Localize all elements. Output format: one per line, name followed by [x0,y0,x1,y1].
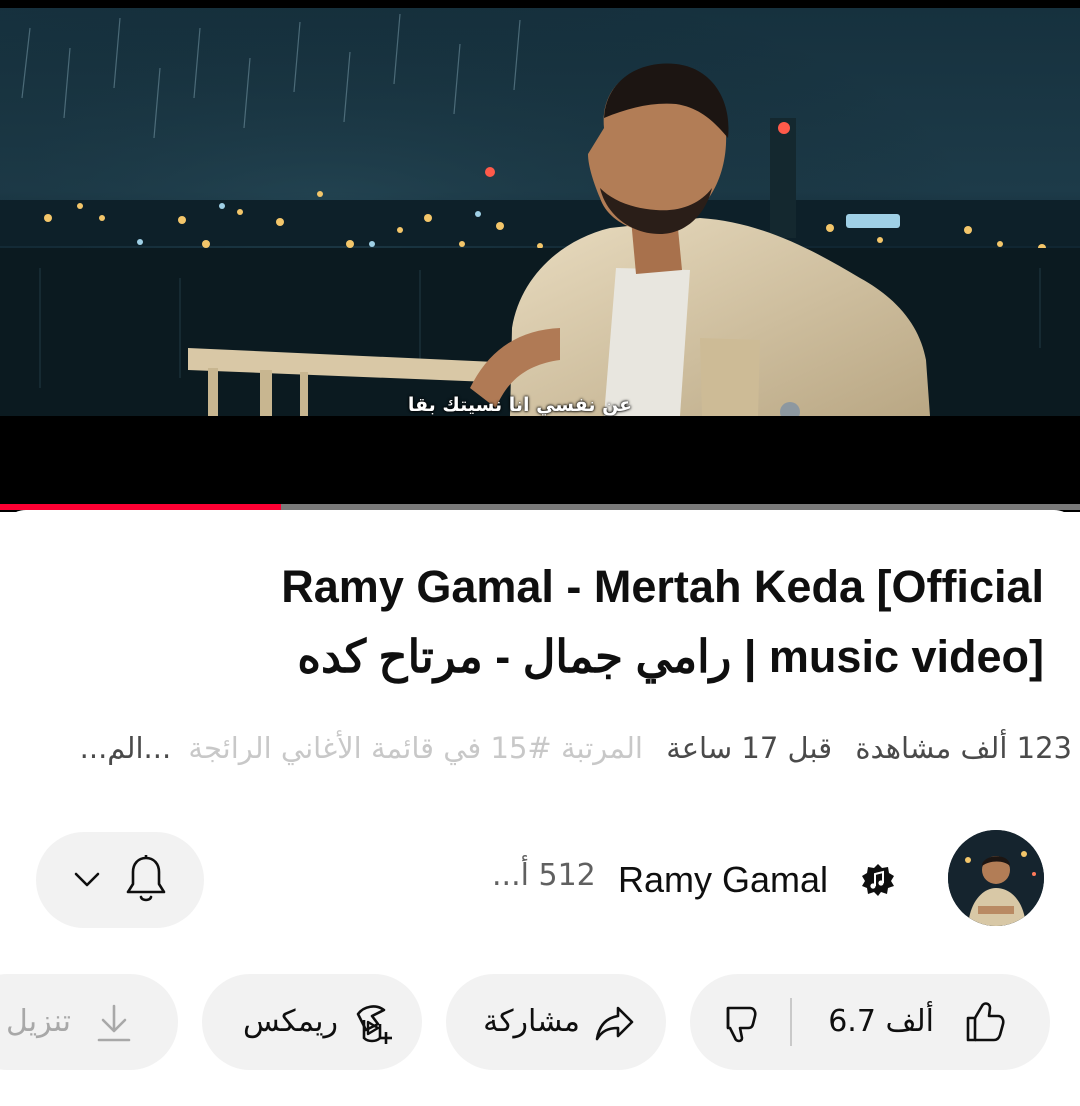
trending-rank: المرتبة #15 في قائمة الأغاني الرائجة [188,731,643,765]
video-title[interactable]: Ramy Gamal - Mertah Keda [Official music… [180,552,1044,692]
share-label: مشاركة [483,1004,580,1039]
remix-button[interactable]: ريمكس [202,974,422,1070]
download-label: تنزيل [6,1004,72,1039]
video-player[interactable]: عن نفسي انا نسيتك بقا [0,0,1080,512]
channel-name[interactable]: Ramy Gamal [618,856,828,904]
music-note-badge-icon [860,862,896,898]
thumbs-down-icon [726,1006,757,1043]
download-icon [97,1004,131,1042]
share-arrow-icon [595,1006,634,1041]
thumbs-up-icon [966,1002,1005,1042]
subscriber-count: 512 أ... [492,858,596,893]
video-frame[interactable] [0,8,1080,416]
channel-avatar[interactable] [948,830,1044,926]
video-subtitle: عن نفسي انا نسيتك بقا [407,394,633,416]
video-thumbnail [0,8,1080,416]
download-button[interactable]: تنزيل [0,974,178,1070]
bell-icon [126,855,166,902]
remix-label: ريمكس [243,1004,338,1039]
video-meta[interactable]: 123 ألف مشاهدة قبل 17 ساعة المرتبة #15 ف… [12,726,1072,770]
remix-icon [356,1005,392,1044]
share-button[interactable]: مشاركة [446,974,666,1070]
upload-age: قبل 17 ساعة [666,731,833,765]
notifications-subscribed-button[interactable] [36,832,204,928]
view-count: 123 ألف مشاهدة [855,731,1072,765]
more-text[interactable]: ...الم... [80,731,172,765]
like-button[interactable] [962,1000,1006,1044]
like-divider [790,998,792,1046]
dislike-button[interactable] [720,1004,764,1044]
like-dislike-group: 6.7 ألف [690,974,1050,1070]
chevron-down-icon [74,872,100,887]
like-count: 6.7 ألف [828,1004,934,1039]
